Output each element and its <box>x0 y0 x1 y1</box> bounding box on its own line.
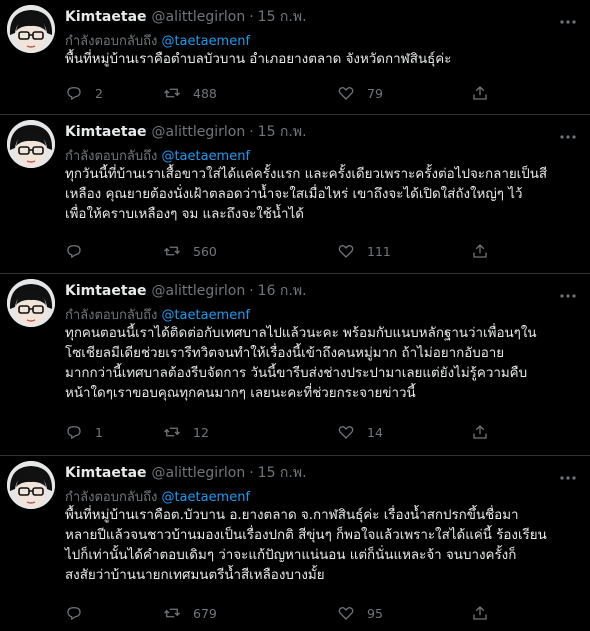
reply-icon <box>67 245 81 259</box>
author-name[interactable]: Kimtaetae <box>65 124 147 140</box>
reply-button[interactable]: 2 <box>65 84 103 102</box>
tweet-text-line: มากกว่านี้เทศบาลต้องรีบจัดการ วันนี้ขารี… <box>65 366 528 381</box>
tweet[interactable]: Kimtaetae @alittlegirlon · 15 ก.พ. กำลัง… <box>0 115 590 274</box>
like-button[interactable]: 111 <box>337 242 391 260</box>
tweet-text: พื้นที่หมู่บ้านเราคือต.บัวบาน อ.ยางตลาด … <box>65 506 580 586</box>
replying-to-label: กำลังตอบกลับถึง <box>65 308 158 323</box>
author-handle[interactable]: @alittlegirlon <box>152 465 246 481</box>
retweet-count: 488 <box>193 85 217 101</box>
tweet-text-line: ทุกคนตอนนี้เราได้ติดต่อกับเทศบาลไปแล้วนะ… <box>65 326 537 341</box>
heart-icon <box>338 426 354 439</box>
mention-link[interactable]: @taetaemenf <box>161 149 250 164</box>
reply-icon <box>67 426 81 440</box>
reply-button[interactable] <box>65 604 95 622</box>
like-count: 95 <box>367 605 383 621</box>
retweet-count: 12 <box>193 424 209 440</box>
author-handle[interactable]: @alittlegirlon <box>152 124 246 140</box>
like-button[interactable]: 79 <box>337 84 383 102</box>
reply-button[interactable]: 1 <box>65 423 103 441</box>
avatar[interactable] <box>7 5 55 53</box>
separator-dot: · <box>249 124 254 140</box>
like-count: 111 <box>367 243 391 259</box>
tweet-time[interactable]: 15 ก.พ. <box>258 462 307 484</box>
avatar[interactable] <box>7 279 55 327</box>
share-button[interactable] <box>471 423 489 441</box>
replying-to-label: กำลังตอบกลับถึง <box>65 34 158 49</box>
mention-link[interactable]: @taetaemenf <box>161 34 250 49</box>
author-name[interactable]: Kimtaetae <box>65 465 147 481</box>
tweet[interactable]: Kimtaetae @alittlegirlon · 15 ก.พ. กำลัง… <box>0 0 590 115</box>
like-count: 79 <box>367 85 383 101</box>
tweet[interactable]: Kimtaetae @alittlegirlon · 15 ก.พ. กำลัง… <box>0 456 590 631</box>
tweet-text-line: ทุกวันนี้ที่บ้านเราเสื้อขาวใส่ได้แค่ครั้… <box>65 167 548 182</box>
more-icon[interactable] <box>558 286 578 306</box>
tweet-text: ทุกคนตอนนี้เราได้ติดต่อกับเทศบาลไปแล้วนะ… <box>65 324 580 404</box>
like-button[interactable]: 14 <box>337 423 383 441</box>
tweet-text-line: หน้าใดๆเราขอบคุณทุกคนมากๆ เลยนะคะที่ช่วย… <box>65 386 416 401</box>
replying-to: กำลังตอบกลับถึง @taetaemenf <box>65 486 580 505</box>
heart-icon <box>338 245 354 258</box>
replying-to: กำลังตอบกลับถึง @taetaemenf <box>65 304 580 323</box>
share-button[interactable] <box>471 242 489 260</box>
share-icon <box>473 425 487 439</box>
more-icon[interactable] <box>558 12 578 32</box>
tweet-time[interactable]: 15 ก.พ. <box>258 6 307 28</box>
avatar[interactable] <box>7 120 55 168</box>
separator-dot: · <box>249 465 254 481</box>
avatar[interactable] <box>7 461 55 509</box>
retweet-button[interactable]: 679 <box>163 604 217 622</box>
replying-to-label: กำลังตอบกลับถึง <box>65 149 158 164</box>
share-icon <box>473 86 487 100</box>
share-button[interactable] <box>471 84 489 102</box>
retweet-button[interactable]: 488 <box>163 84 217 102</box>
tweet-text: พื้นที่หมู่บ้านเราคือตำบลบัวบาน อำเภอยาง… <box>65 50 580 70</box>
share-icon <box>473 244 487 258</box>
retweet-icon <box>164 246 180 256</box>
share-icon <box>473 606 487 620</box>
replying-to: กำลังตอบกลับถึง @taetaemenf <box>65 30 580 49</box>
retweet-icon <box>164 427 180 437</box>
author-name[interactable]: Kimtaetae <box>65 283 147 299</box>
reply-count: 1 <box>95 424 103 440</box>
reply-button[interactable] <box>65 242 95 260</box>
tweet-text-line: พื้นที่หมู่บ้านเราคือต.บัวบาน อ.ยางตลาด … <box>65 508 519 523</box>
retweet-button[interactable]: 560 <box>163 242 217 260</box>
heart-icon <box>338 607 354 620</box>
author-name[interactable]: Kimtaetae <box>65 9 147 25</box>
replying-to: กำลังตอบกลับถึง @taetaemenf <box>65 145 580 164</box>
author-handle[interactable]: @alittlegirlon <box>152 9 246 25</box>
separator-dot: · <box>249 9 254 25</box>
mention-link[interactable]: @taetaemenf <box>161 308 250 323</box>
retweet-button[interactable]: 12 <box>163 423 209 441</box>
tweet-text-line: หลายปีแล้วจนชาวบ้านมองเป็นเรื่องปกติ สีข… <box>65 528 547 543</box>
tweet-text-line: เพื่อให้คราบเหลืองๆ จม และถึงจะใช้น้ำได้ <box>65 207 304 222</box>
retweet-count: 679 <box>193 605 217 621</box>
tweet-text-line: เหลือง คุณยายต้องนั่งเฝ้าตลอดว่าน้ำจะใสเ… <box>65 187 523 202</box>
more-icon[interactable] <box>558 127 578 147</box>
mention-link[interactable]: @taetaemenf <box>161 490 250 505</box>
share-button[interactable] <box>471 604 489 622</box>
tweet-text-line: ไปก็เท่านั้นได้คำตอบเดิมๆ ว่าจะแก้ปัญหาแ… <box>65 548 517 563</box>
tweet[interactable]: Kimtaetae @alittlegirlon · 16 ก.พ. กำลัง… <box>0 274 590 456</box>
tweet-time[interactable]: 16 ก.พ. <box>258 280 307 302</box>
reply-icon <box>67 607 81 621</box>
heart-icon <box>338 87 354 100</box>
tweet-text: ทุกวันนี้ที่บ้านเราเสื้อขาวใส่ได้แค่ครั้… <box>65 165 580 225</box>
reply-count: 2 <box>95 85 103 101</box>
retweet-icon <box>164 88 180 98</box>
replying-to-label: กำลังตอบกลับถึง <box>65 490 158 505</box>
retweet-icon <box>164 608 180 618</box>
tweet-text-line: สงสัยว่าบ้านนายกเทศมนตรีน้ำสีเหลืองบางมั… <box>65 568 325 583</box>
retweet-count: 560 <box>193 243 217 259</box>
like-count: 14 <box>367 424 383 440</box>
like-button[interactable]: 95 <box>337 604 383 622</box>
reply-icon <box>67 87 81 101</box>
more-icon[interactable] <box>558 468 578 488</box>
tweet-text-line: พื้นที่หมู่บ้านเราคือตำบลบัวบาน อำเภอยาง… <box>65 52 452 67</box>
separator-dot: · <box>249 283 254 299</box>
tweet-time[interactable]: 15 ก.พ. <box>258 121 307 143</box>
tweet-text-line: โซเชียลมีเดียช่วยเรารีทวิตจนทำให้เรื่องน… <box>65 346 505 361</box>
author-handle[interactable]: @alittlegirlon <box>152 283 246 299</box>
